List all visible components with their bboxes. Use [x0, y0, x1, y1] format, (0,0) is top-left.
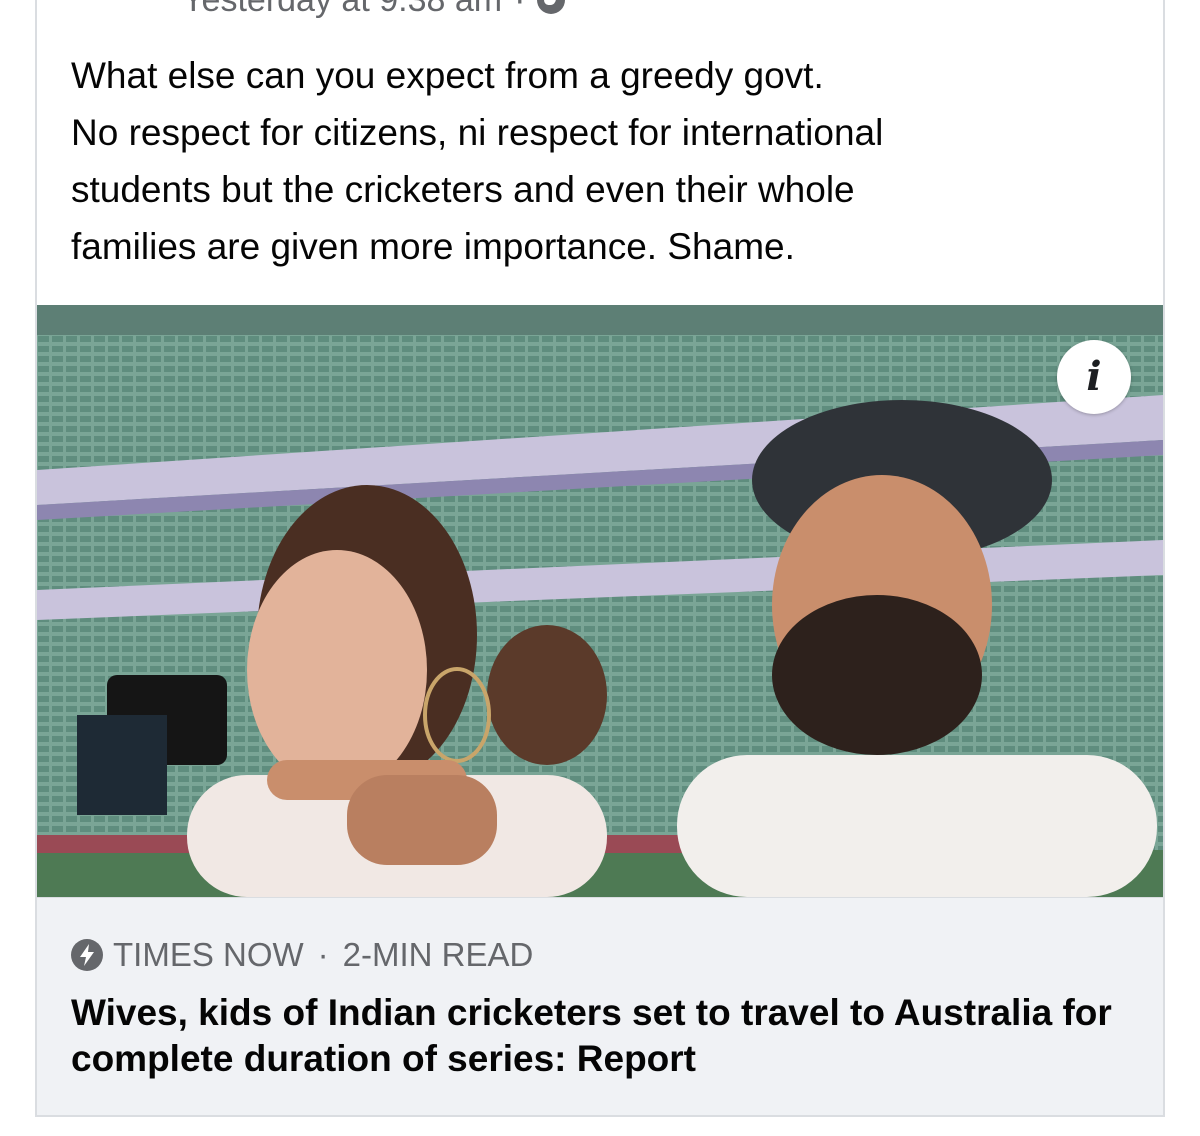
- lightning-bolt-icon: [71, 939, 103, 971]
- page: Yesterday at 9:38 am · What else can you…: [0, 0, 1200, 1136]
- preview-image[interactable]: i: [37, 305, 1163, 897]
- post-header: Yesterday at 9:38 am ·: [182, 0, 566, 20]
- post-timestamp[interactable]: Yesterday at 9:38 am: [182, 0, 502, 20]
- link-preview[interactable]: i TIMES NOW · 2-MIN READ Wives, kids of …: [37, 305, 1163, 1115]
- read-time: 2-MIN READ: [342, 936, 534, 973]
- stadium-photo: [37, 305, 1163, 897]
- info-icon: i: [1086, 353, 1102, 400]
- post-text: What else can you expect from a greedy g…: [71, 47, 1131, 275]
- globe-icon: [537, 0, 566, 14]
- post-card: Yesterday at 9:38 am · What else can you…: [35, 0, 1165, 1117]
- source-name: TIMES NOW: [113, 936, 304, 973]
- source-row: TIMES NOW · 2-MIN READ: [71, 936, 533, 974]
- preview-meta[interactable]: TIMES NOW · 2-MIN READ Wives, kids of In…: [37, 897, 1163, 1115]
- post-text-line: No respect for citizens, ni respect for …: [71, 112, 884, 153]
- post-text-line: families are given more importance. Sham…: [71, 226, 795, 267]
- source-separator: ·: [317, 936, 329, 973]
- timestamp-separator: ·: [514, 0, 525, 20]
- post-text-line: What else can you expect from a greedy g…: [71, 55, 824, 96]
- info-button[interactable]: i: [1057, 340, 1131, 414]
- post-text-line: students but the cricketers and even the…: [71, 169, 855, 210]
- article-headline[interactable]: Wives, kids of Indian cricketers set to …: [71, 990, 1121, 1082]
